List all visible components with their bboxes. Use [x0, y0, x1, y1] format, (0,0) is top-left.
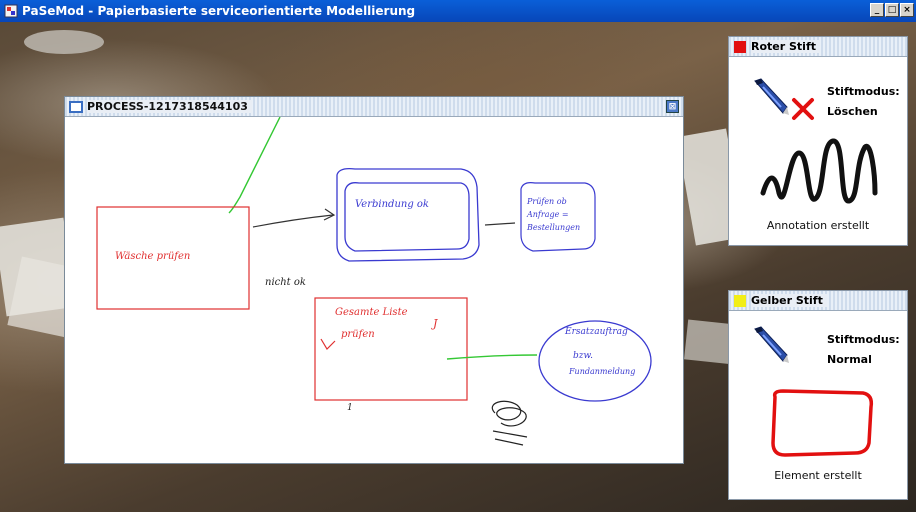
app-icon	[4, 4, 18, 18]
handwriting-box4-mark: J	[433, 317, 438, 330]
close-button[interactable]: ×	[900, 3, 914, 17]
close-icon[interactable]: ⊠	[666, 100, 679, 113]
red-pen-title: Roter Stift	[751, 40, 820, 53]
drawing-canvas[interactable]: Wäsche prüfen Verbindung ok Prüfen ob An…	[65, 116, 683, 463]
handwriting-box3: Prüfen ob Anfrage = Bestellungen	[527, 197, 581, 232]
yellow-status: Element erstellt	[774, 469, 862, 482]
red-swatch	[734, 40, 746, 53]
yellow-swatch	[734, 294, 746, 307]
yellow-pen-panel[interactable]: Gelber Stift Stiftmodus: Normal Element …	[728, 290, 908, 500]
delete-x-icon	[791, 97, 815, 125]
yellow-pen-title: Gelber Stift	[751, 294, 827, 307]
handwriting-ellipse-line3: Fundanmeldung	[569, 367, 636, 376]
arrow-1-head	[323, 208, 336, 221]
handwriting-ellipse-line2: bzw.	[573, 351, 593, 361]
yellow-mode-heading: Stiftmodus:	[827, 333, 900, 346]
blue-box-inner	[344, 182, 470, 252]
process-window-titlebar[interactable]: PROCESS-1217318544103 ⊠	[65, 97, 683, 117]
pen-icon	[751, 77, 791, 121]
red-mode-heading: Stiftmodus:	[827, 85, 900, 98]
green-connector-2	[446, 354, 538, 360]
yellow-mode-value: Normal	[827, 353, 872, 366]
red-check	[320, 338, 336, 350]
handwriting-small-mark: 1	[347, 403, 353, 413]
handwriting-box1: Wäsche prüfen	[115, 251, 191, 262]
handwriting-box4-line2: prüfen	[341, 329, 375, 340]
rectangle-shape-icon	[767, 387, 877, 463]
yellow-pen-panel-titlebar[interactable]: Gelber Stift	[729, 291, 907, 311]
window-controls: _ □ ×	[870, 3, 914, 17]
squiggle-icon	[759, 133, 879, 217]
app-titlebar[interactable]: PaSeMod - Papierbasierte serviceorientie…	[0, 0, 916, 22]
handwriting-nicht-ok: nicht ok	[265, 277, 306, 288]
phone-object	[24, 30, 104, 54]
green-connector-top	[228, 116, 281, 214]
red-pen-panel[interactable]: Roter Stift Stiftmodus: Löschen Annotati…	[728, 36, 908, 246]
minimize-button[interactable]: _	[870, 3, 884, 17]
red-status: Annotation erstellt	[766, 219, 870, 232]
black-scribble	[491, 400, 528, 446]
process-window[interactable]: PROCESS-1217318544103 ⊠ Wäsche prüfen Ve…	[64, 96, 684, 464]
red-mode-value: Löschen	[827, 105, 878, 118]
pen-icon	[751, 325, 791, 369]
handwriting-box4-line1: Gesamte Liste	[335, 307, 408, 318]
maximize-button[interactable]: □	[885, 3, 899, 17]
ink-layer	[96, 116, 652, 446]
arrow-1	[252, 214, 334, 228]
process-window-title: PROCESS-1217318544103	[87, 100, 252, 113]
handwriting-box2: Verbindung ok	[355, 199, 429, 210]
arrow-2	[484, 222, 516, 226]
handwriting-ellipse-line1: Ersatzauftrag	[565, 327, 628, 337]
app-title: PaSeMod - Papierbasierte serviceorientie…	[22, 4, 416, 18]
window-icon	[69, 100, 83, 113]
red-pen-panel-titlebar[interactable]: Roter Stift	[729, 37, 907, 57]
